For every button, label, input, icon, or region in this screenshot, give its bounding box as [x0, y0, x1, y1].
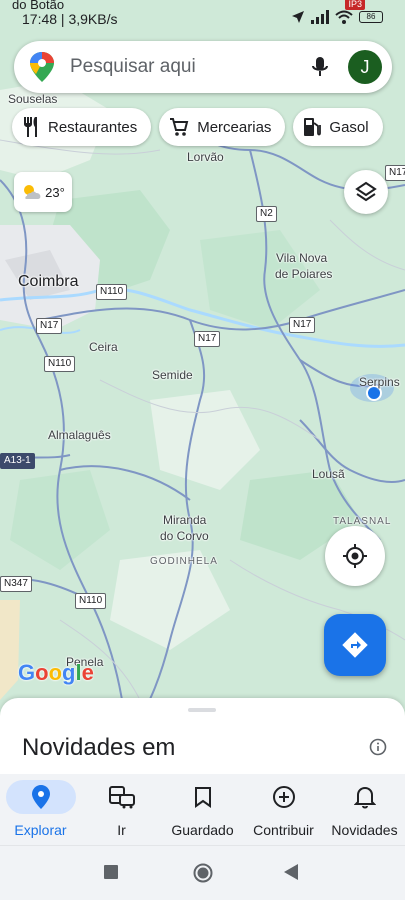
map-label-lousa: Lousã: [312, 467, 345, 481]
avatar[interactable]: J: [348, 50, 382, 84]
road-shield-a13: A13-1: [0, 453, 35, 469]
info-icon[interactable]: [369, 738, 387, 756]
chip-label: Mercearias: [197, 118, 272, 136]
map-label-godinhela: GODINHELA: [150, 556, 218, 567]
status-bar: do Botão 17:48 | 3,9KB/s IP3 86: [0, 0, 405, 38]
chip-restaurants[interactable]: Restaurantes: [12, 108, 152, 146]
my-location-button[interactable]: [325, 526, 385, 586]
map-label-semide: Semide: [152, 368, 193, 382]
directions-button[interactable]: [324, 614, 386, 676]
map-label-miranda: Miranda: [163, 513, 207, 527]
road-shield-n347: N347: [0, 576, 32, 592]
maps-pin-logo-icon: [30, 52, 54, 82]
map-label-souselas: Souselas: [8, 92, 58, 106]
road-shield-n110: N110: [44, 356, 76, 372]
nav-label: Ir: [117, 822, 126, 838]
road-shield-n17: N17: [289, 317, 316, 333]
partly-sunny-icon: [24, 185, 41, 199]
recents-icon[interactable]: [104, 865, 118, 879]
layers-button[interactable]: [344, 170, 388, 214]
drag-handle[interactable]: [188, 708, 216, 712]
nav-explore[interactable]: Explorar: [0, 774, 81, 845]
nav-label: Guardado: [171, 822, 234, 838]
chip-gas[interactable]: Gasol: [293, 108, 383, 146]
ip-badge: IP3: [345, 0, 365, 10]
weather-temp: 23°: [45, 184, 65, 200]
map-label-do-corvo: do Corvo: [160, 529, 209, 543]
road-shield-n17: N17: [385, 165, 405, 181]
chip-label: Restaurantes: [48, 118, 138, 136]
nav-go[interactable]: Ir: [81, 774, 162, 845]
cart-icon: [170, 118, 189, 136]
explore-pin-icon: [31, 785, 50, 809]
road-shield-n110: N110: [75, 593, 107, 609]
map-label-vila-nova: Vila Nova: [276, 251, 328, 265]
nav-updates[interactable]: Novidades: [324, 774, 405, 845]
road-shield-n17: N17: [36, 318, 63, 334]
search-input[interactable]: Pesquisar aqui: [70, 56, 308, 78]
map-label-coimbra: Coimbra: [18, 273, 79, 290]
map-label-serpins: Serpins: [359, 375, 400, 389]
layers-icon: [355, 181, 377, 202]
signal-icon: [311, 10, 329, 24]
map-label-lorvao: Lorvão: [187, 150, 224, 164]
map-label-almalagues: Almalaguês: [48, 428, 111, 442]
bell-icon: [353, 786, 376, 809]
nav-label: Novidades: [331, 822, 398, 838]
add-circle-icon: [272, 786, 295, 808]
road-shield-n110: N110: [96, 284, 128, 300]
navigation-arrow-icon: [292, 11, 304, 23]
gas-station-icon: [304, 118, 322, 136]
back-icon[interactable]: [284, 864, 298, 880]
battery-icon: 86: [359, 11, 383, 23]
nav-contribute[interactable]: Contribuir: [243, 774, 324, 845]
category-chips: Restaurantes Mercearias Gasol: [12, 108, 383, 148]
sheet-title: Novidades em: [22, 734, 176, 761]
google-logo: Google: [18, 660, 94, 685]
bookmark-icon: [194, 787, 211, 808]
map-label-de-poiares: de Poiares: [275, 267, 333, 281]
nav-saved[interactable]: Guardado: [162, 774, 243, 845]
weather-chip[interactable]: 23°: [14, 172, 72, 212]
directions-icon: [342, 632, 368, 658]
home-icon[interactable]: [193, 863, 213, 883]
map-label-ceira: Ceira: [89, 340, 118, 354]
microphone-icon[interactable]: [308, 55, 332, 79]
chip-label: Gasol: [329, 118, 369, 136]
road-shield-n2: N2: [256, 206, 277, 222]
wifi-icon: [335, 10, 353, 24]
road-shield-n17: N17: [194, 331, 221, 347]
nav-label: Contribuir: [253, 822, 314, 838]
map-label-talasnal: TALASNAL: [333, 516, 392, 527]
bottom-navigation: Explorar Ir Guardado Contribuir Novidade…: [0, 774, 405, 846]
crosshair-icon: [343, 544, 367, 568]
commute-icon: [108, 786, 135, 809]
chip-groceries[interactable]: Mercearias: [159, 108, 286, 146]
bottom-sheet[interactable]: Novidades em: [0, 698, 405, 778]
nav-label: Explorar: [14, 822, 67, 838]
restaurant-icon: [24, 117, 37, 137]
system-navigation-bar: [0, 846, 405, 900]
search-bar[interactable]: Pesquisar aqui J: [14, 41, 392, 93]
status-time: 17:48 | 3,9KB/s: [22, 11, 118, 27]
